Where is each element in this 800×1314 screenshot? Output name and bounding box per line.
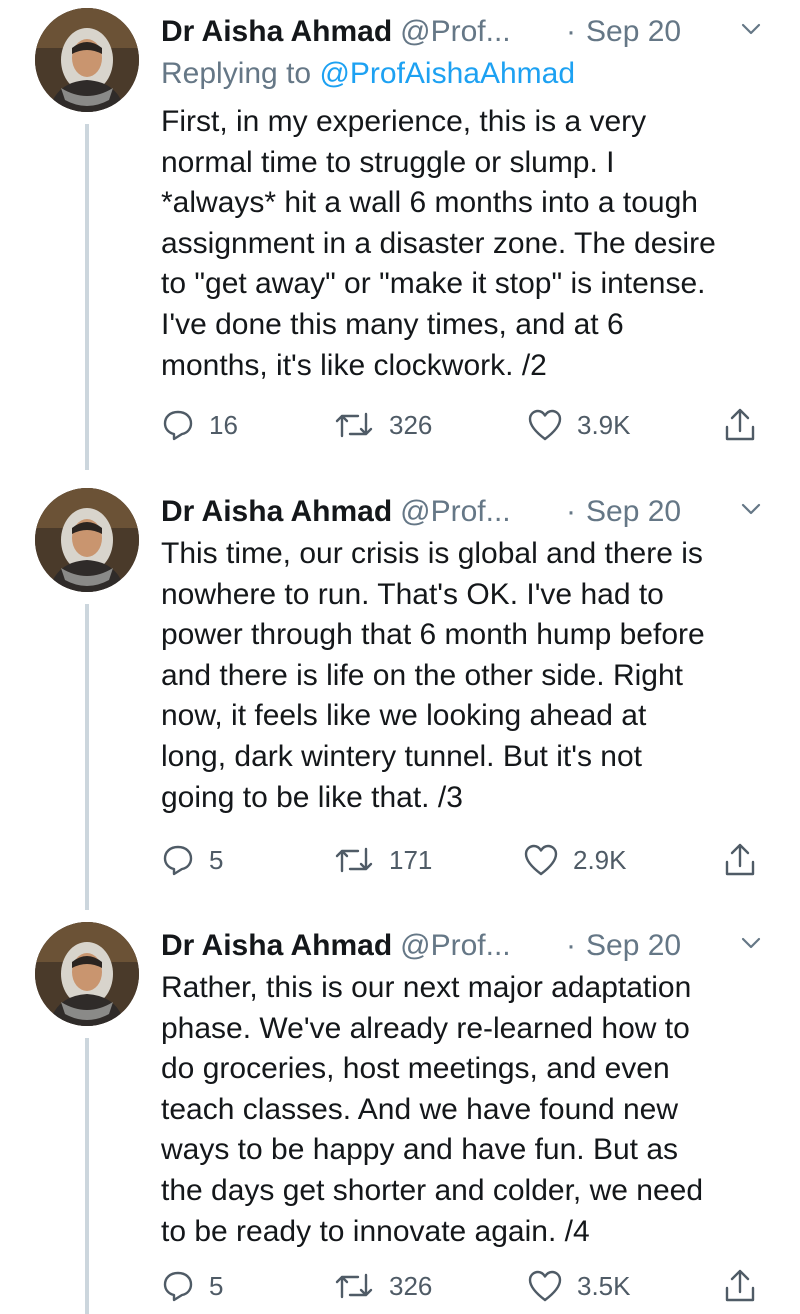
share-button[interactable]: [723, 840, 757, 880]
avatar[interactable]: [35, 488, 139, 592]
tweet-2[interactable]: Dr Aisha Ahmad @Prof... · Sep 20 This tim…: [0, 480, 800, 910]
reply-icon: [163, 1271, 193, 1302]
reply-button[interactable]: 16: [161, 405, 238, 445]
retweet-icon: [335, 412, 373, 438]
retweet-button[interactable]: 171: [333, 840, 432, 880]
retweet-icon: [335, 847, 373, 873]
tweet-actions: 5 171 2.9K: [161, 840, 770, 880]
like-count: 3.9K: [577, 409, 631, 440]
chevron-down-icon[interactable]: [740, 18, 762, 40]
author-name[interactable]: Dr Aisha Ahmad: [161, 929, 392, 962]
heart-icon: [524, 844, 558, 876]
avatar[interactable]: [35, 8, 139, 112]
reply-count: 5: [209, 1270, 224, 1301]
share-icon: [725, 843, 755, 876]
share-icon: [725, 408, 755, 441]
retweet-count: 171: [389, 844, 433, 875]
tweet-text: Rather, this is our next major adaptatio…: [161, 971, 704, 1248]
thread-line: [85, 1038, 89, 1314]
separator-dot: ·: [566, 15, 576, 48]
avatar[interactable]: [35, 922, 139, 1026]
retweet-button[interactable]: 326: [333, 1266, 432, 1306]
share-icon: [725, 1269, 755, 1302]
tweet-header: Dr Aisha Ahmad @Prof... · Sep 20: [161, 926, 770, 966]
thread-line: [85, 604, 89, 910]
separator-dot: ·: [566, 929, 576, 962]
tweet-1[interactable]: Dr Aisha Ahmad @Prof... · Sep 20 Replying…: [0, 0, 800, 470]
author-handle[interactable]: @Prof...: [400, 495, 510, 528]
like-button[interactable]: 3.5K: [527, 1266, 631, 1306]
tweet-date[interactable]: Sep 20: [586, 492, 681, 532]
tweet-actions: 16 326 3.9K: [161, 405, 770, 445]
tweet-text: First, in my experience, this is a very …: [161, 105, 716, 382]
chevron-down-icon[interactable]: [740, 932, 762, 954]
heart-icon: [528, 409, 562, 441]
tweet-header: Dr Aisha Ahmad @Prof... · Sep 20: [161, 492, 770, 532]
share-button[interactable]: [723, 1266, 757, 1306]
like-count: 2.9K: [573, 844, 627, 875]
retweet-button[interactable]: 326: [333, 405, 432, 445]
retweet-count: 326: [389, 409, 433, 440]
replying-prefix: Replying to: [161, 57, 312, 90]
like-button[interactable]: 2.9K: [523, 840, 627, 880]
replying-to: Replying to @ProfAishaAhmad: [161, 54, 575, 94]
tweet-actions: 5 326 3.5K: [161, 1266, 770, 1306]
separator-dot: ·: [566, 495, 576, 528]
tweet-header: Dr Aisha Ahmad @Prof... · Sep 20: [161, 12, 770, 52]
tweet-text: This time, our crisis is global and ther…: [161, 537, 705, 814]
tweet-3[interactable]: Dr Aisha Ahmad @Prof... · Sep 20 Rather, …: [0, 914, 800, 1314]
author-name[interactable]: Dr Aisha Ahmad: [161, 15, 392, 48]
replying-mention-link[interactable]: @ProfAishaAhmad: [319, 57, 575, 90]
reply-icon: [163, 410, 193, 441]
like-count: 3.5K: [577, 1270, 631, 1301]
author-handle[interactable]: @Prof...: [400, 929, 510, 962]
reply-button[interactable]: 5: [161, 1266, 223, 1306]
share-button[interactable]: [723, 405, 757, 445]
tweet-date[interactable]: Sep 20: [586, 926, 681, 966]
tweet-date[interactable]: Sep 20: [586, 12, 681, 52]
reply-icon: [163, 845, 193, 876]
heart-icon: [528, 1270, 562, 1302]
reply-count: 5: [209, 844, 224, 875]
reply-count: 16: [209, 409, 238, 440]
like-button[interactable]: 3.9K: [527, 405, 631, 445]
retweet-icon: [335, 1273, 373, 1299]
author-name[interactable]: Dr Aisha Ahmad: [161, 495, 392, 528]
retweet-count: 326: [389, 1270, 433, 1301]
chevron-down-icon[interactable]: [740, 498, 762, 520]
thread-line: [85, 124, 89, 470]
author-handle[interactable]: @Prof...: [400, 15, 510, 48]
reply-button[interactable]: 5: [161, 840, 223, 880]
